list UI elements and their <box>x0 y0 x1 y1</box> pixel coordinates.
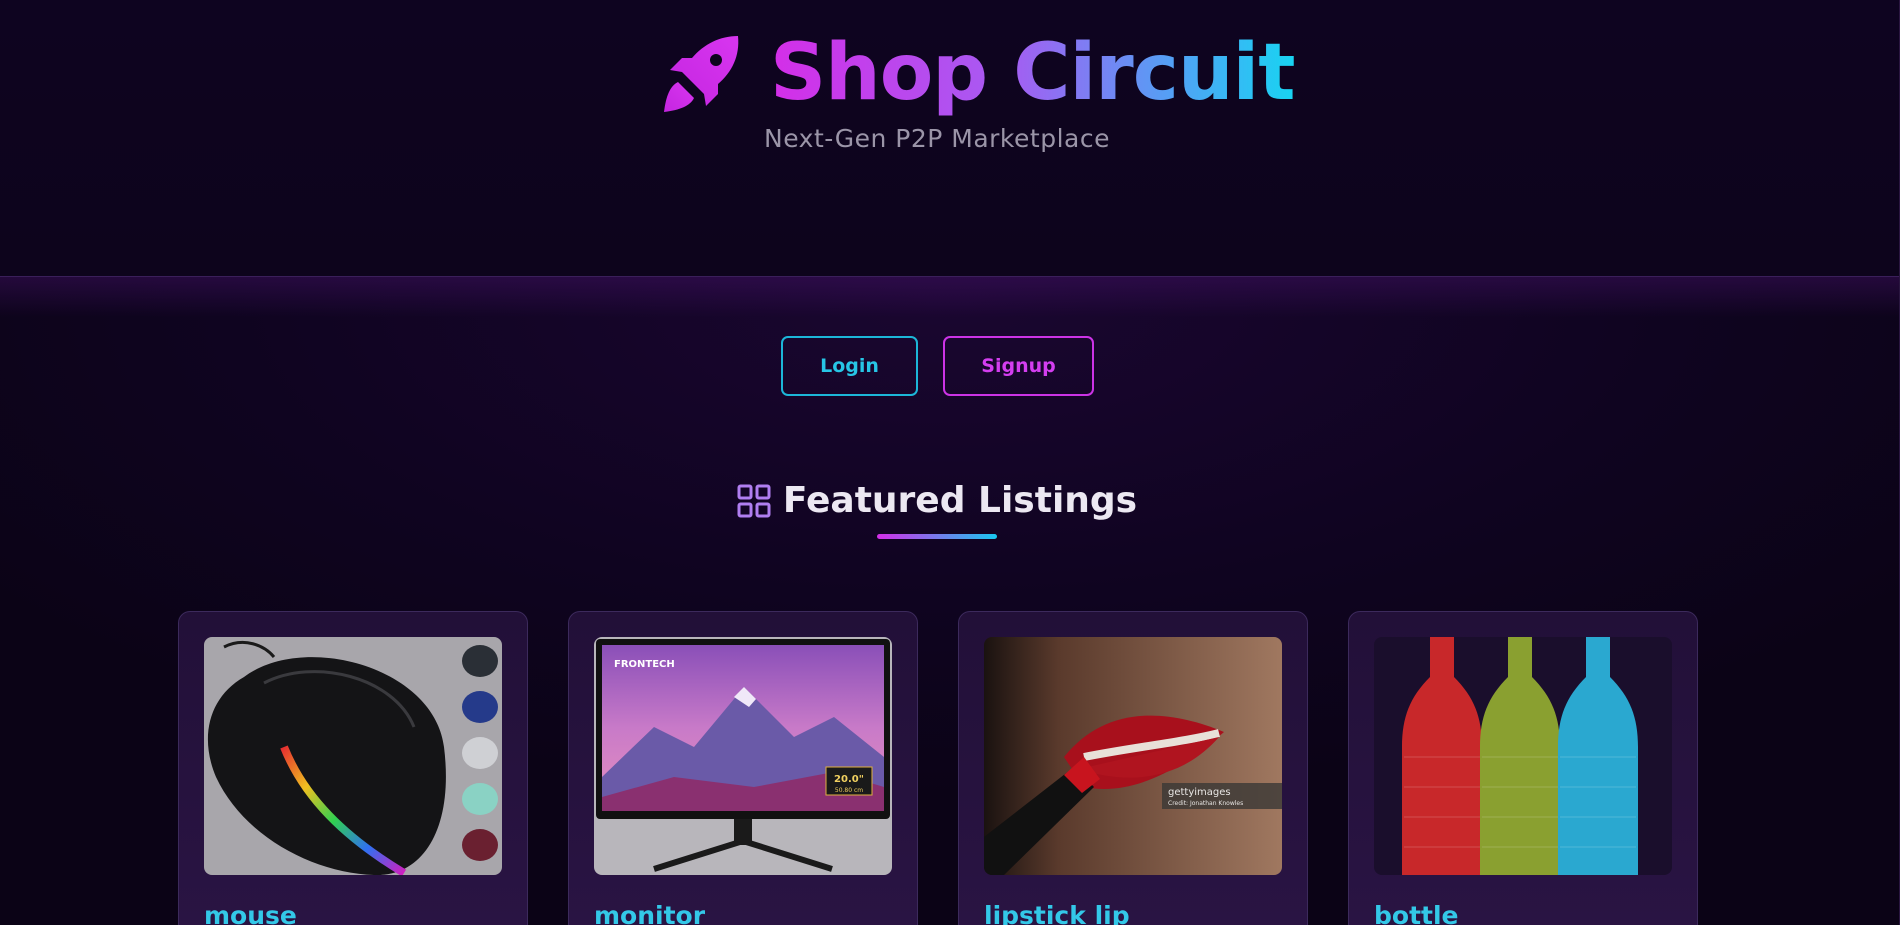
image-watermark: gettyimages <box>1168 787 1231 798</box>
rocket-icon <box>664 36 739 112</box>
listing-image-bottle[interactable] <box>1374 637 1672 875</box>
listing-card[interactable]: mouse <box>178 611 528 925</box>
monitor-size-cm-label: 50.80 cm <box>835 787 863 794</box>
listing-image-mouse[interactable] <box>204 637 502 875</box>
featured-underline <box>877 534 997 539</box>
listing-image-lipstick[interactable]: gettyimages Credit: Jonathan Knowles <box>984 637 1282 875</box>
featured-title: Featured Listings <box>782 480 1138 521</box>
featured-heading: Featured Listings <box>0 480 1874 521</box>
page: Shop Circuit Next-Gen P2P Marketplace Lo… <box>0 0 1900 925</box>
header-divider-glow <box>0 277 1900 317</box>
brand[interactable]: Shop Circuit <box>660 28 1296 118</box>
listing-title[interactable]: lipstick lip <box>984 901 1130 925</box>
site-tagline: Next-Gen P2P Marketplace <box>764 124 1110 153</box>
listing-title[interactable]: bottle <box>1374 901 1459 925</box>
listing-title[interactable]: mouse <box>204 901 297 925</box>
listing-card[interactable]: FRONTECH 20.0" 50.80 cm monitor <box>568 611 918 925</box>
login-button[interactable]: Login <box>781 336 918 396</box>
listing-title[interactable]: monitor <box>594 901 705 925</box>
listing-grid: mouse FRONTECH 20.0" 50.80 cm monitor ge… <box>178 611 1698 925</box>
monitor-size-label: 20.0" <box>834 774 864 785</box>
site-title: Shop Circuit <box>770 28 1296 118</box>
listing-card[interactable]: bottle <box>1348 611 1698 925</box>
site-header: Shop Circuit Next-Gen P2P Marketplace <box>0 0 1900 277</box>
grid-icon <box>737 484 771 517</box>
listing-image-monitor[interactable]: FRONTECH 20.0" 50.80 cm <box>594 637 892 875</box>
auth-buttons: Login Signup <box>781 336 1094 396</box>
signup-button[interactable]: Signup <box>943 336 1094 396</box>
image-credit: Credit: Jonathan Knowles <box>1168 800 1243 807</box>
listing-card[interactable]: gettyimages Credit: Jonathan Knowles lip… <box>958 611 1308 925</box>
monitor-brand-label: FRONTECH <box>614 659 675 670</box>
